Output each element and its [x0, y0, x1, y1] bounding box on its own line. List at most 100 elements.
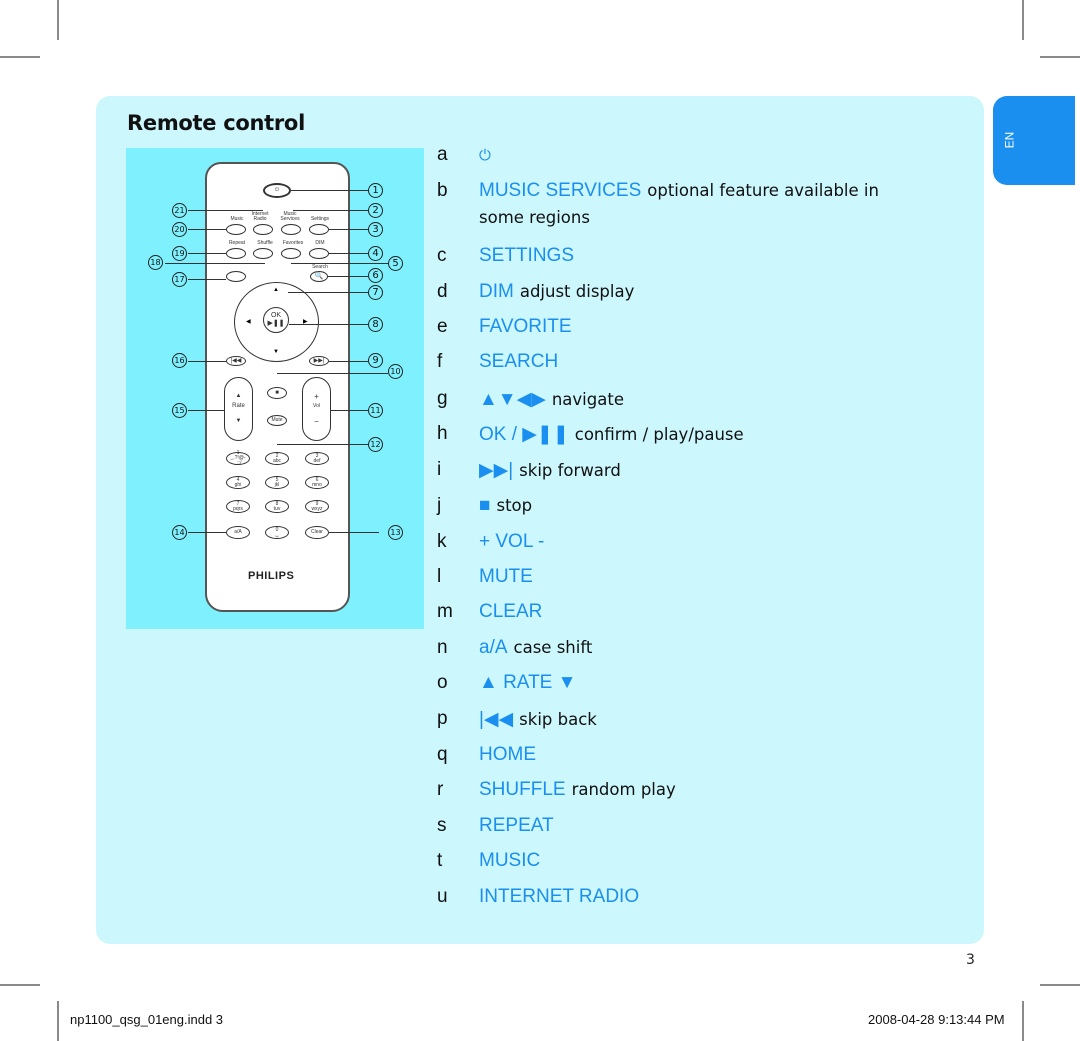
- crop-mark: [1040, 56, 1080, 58]
- key-7: 7 pqrs: [226, 500, 250, 513]
- leader-line: [329, 532, 379, 533]
- key-8: 8 tuv: [265, 500, 289, 513]
- key-5: 5 jkl: [265, 476, 289, 489]
- callout-12: 12: [368, 437, 383, 452]
- ok-button: OK ▶❚❚: [263, 307, 289, 333]
- callout-3: 3: [368, 222, 383, 237]
- key-letters: wxyz: [311, 505, 323, 512]
- vol-rocker: + Vol −: [302, 377, 331, 441]
- leader-line: [188, 229, 226, 230]
- crop-mark: [57, 0, 59, 40]
- legend-key: CLEAR: [479, 601, 543, 622]
- legend-key: OK / ▶❚❚: [479, 424, 569, 445]
- crop-mark: [1040, 984, 1080, 986]
- legend-letter: j: [437, 495, 442, 516]
- legend-letter: q: [437, 744, 448, 765]
- play-pause-icon: ▶❚❚: [267, 320, 285, 327]
- vol-label: Vol: [313, 403, 320, 409]
- callout-21: 21: [172, 203, 187, 218]
- leader-line: [188, 410, 224, 411]
- legend-letter: b: [437, 180, 448, 201]
- legend-key: ■: [479, 495, 491, 516]
- legend-key: + VOL -: [479, 531, 545, 552]
- key-letters: mno: [312, 481, 322, 488]
- legend-description: navigate: [551, 390, 624, 409]
- language-tab-label: EN: [1002, 131, 1017, 149]
- internet-radio-button: [253, 224, 273, 235]
- legend-key: MUTE: [479, 566, 533, 587]
- dim-button: [309, 248, 329, 259]
- music-button: [226, 224, 246, 235]
- label-search: Search: [312, 264, 328, 270]
- footer-timestamp: 2008-04-28 9:13:44 PM: [868, 1012, 1005, 1027]
- legend-key: DIM: [479, 281, 514, 302]
- callout-16: 16: [172, 353, 187, 368]
- callout-20: 20: [172, 222, 187, 237]
- crop-mark: [1022, 1001, 1024, 1041]
- legend-description: optional feature available in: [647, 181, 879, 200]
- legend-letter: r: [437, 779, 444, 800]
- callout-6: 6: [368, 268, 383, 283]
- legend-key: MUSIC: [479, 850, 541, 871]
- legend-description: case shift: [513, 638, 593, 657]
- label-music-services: Music Services: [280, 211, 300, 222]
- music-services-button: [281, 224, 301, 235]
- key-0: 0 ␣: [265, 526, 289, 539]
- callout-4: 4: [368, 246, 383, 261]
- legend-letter: l: [437, 566, 442, 587]
- leader-line: [328, 276, 368, 277]
- callout-15: 15: [172, 403, 187, 418]
- callout-17: 17: [172, 272, 187, 287]
- leader-line: [329, 361, 368, 362]
- repeat-button: [226, 248, 246, 259]
- page-number: 3: [966, 952, 975, 968]
- legend-key: REPEAT: [479, 815, 554, 836]
- callout-8: 8: [368, 317, 383, 332]
- callout-1: 1: [368, 183, 383, 198]
- callout-13: 13: [388, 525, 403, 540]
- legend-key: |◀◀: [479, 709, 514, 730]
- legend-letter: p: [437, 708, 448, 729]
- legend-letter: c: [437, 245, 447, 266]
- home-button: [226, 271, 246, 282]
- nav-up-icon: ▲: [273, 287, 279, 293]
- callout-7: 7: [368, 285, 383, 300]
- legend-letter: k: [437, 531, 447, 552]
- mute-button: Mute: [267, 415, 287, 426]
- power-icon: ⏻: [479, 147, 491, 164]
- legend-description: confirm / play/pause: [574, 425, 744, 444]
- callout-2: 2: [368, 203, 383, 218]
- key-letters: pqrs: [233, 505, 243, 512]
- shuffle-button: [253, 248, 273, 259]
- key-letters: def: [313, 457, 321, 464]
- rate-rocker: ▲ Rate ▼: [224, 377, 253, 441]
- leader-line: [291, 190, 368, 191]
- callout-9: 9: [368, 353, 383, 368]
- legend-letter: u: [437, 886, 448, 907]
- legend-key: SEARCH: [479, 351, 559, 372]
- leader-line: [188, 279, 226, 280]
- skip-forward-button: ▶▶|: [309, 356, 329, 366]
- brand-logo: PHILIPS: [248, 570, 295, 582]
- legend-letter: n: [437, 637, 448, 658]
- key-letters: _.?!@-_:;/: [230, 455, 246, 466]
- leader-line: [288, 292, 368, 293]
- leader-line: [188, 253, 226, 254]
- nav-left-icon: ◀: [246, 319, 251, 325]
- key-6: 6 mno: [305, 476, 329, 489]
- key-letters: tuv: [273, 505, 281, 512]
- leader-line: [188, 361, 226, 362]
- legend-letter: s: [437, 815, 447, 836]
- stop-button: ■: [267, 387, 287, 399]
- crop-mark: [57, 1001, 59, 1041]
- power-button: ⏻: [263, 183, 291, 198]
- legend-description: adjust display: [519, 282, 635, 301]
- legend-key: a/A: [479, 637, 508, 658]
- legend-key: SHUFFLE: [479, 779, 566, 800]
- settings-button: [309, 224, 329, 235]
- legend-description: stop: [496, 496, 533, 515]
- legend-description: random play: [571, 780, 676, 799]
- footer-filename: np1100_qsg_01eng.indd 3: [70, 1012, 224, 1027]
- key-letters: ghi: [234, 481, 242, 488]
- legend-letter: a: [437, 144, 448, 165]
